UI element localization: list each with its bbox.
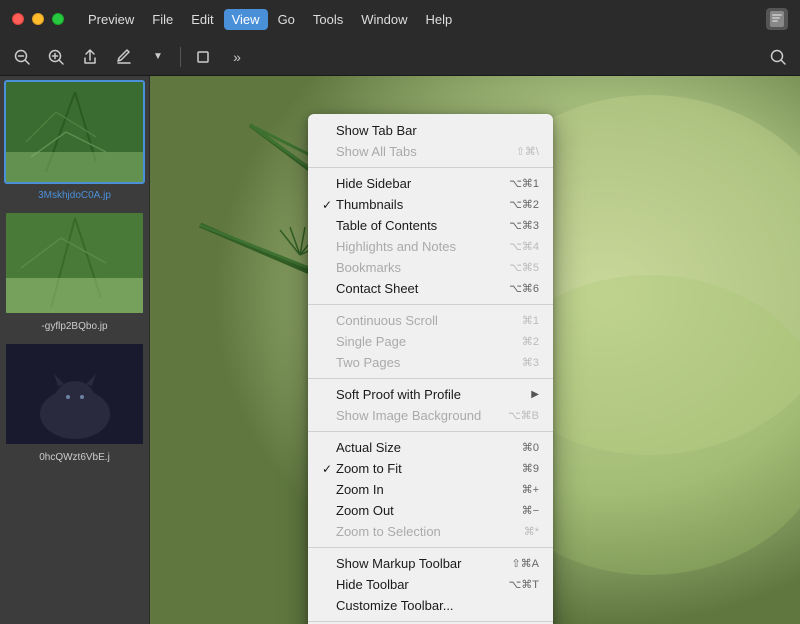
thumbnail-image-1 bbox=[6, 213, 144, 313]
chevron-right-icon[interactable]: » bbox=[223, 43, 251, 71]
sidebar-item-0[interactable]: 3MskhjdoC0A.jp bbox=[0, 76, 149, 207]
main-area: 3MskhjdoC0A.jp -gyflp2BQbo.jp bbox=[0, 76, 800, 624]
menu-item-contact-sheet[interactable]: Contact Sheet ⌥⌘6 bbox=[308, 278, 553, 299]
search-button[interactable] bbox=[764, 43, 792, 71]
menu-item-actual-size[interactable]: Actual Size ⌘0 bbox=[308, 437, 553, 458]
sidebar-item-1[interactable]: -gyflp2BQbo.jp bbox=[0, 207, 149, 338]
traffic-lights bbox=[12, 13, 64, 25]
zoom-in-button[interactable] bbox=[42, 43, 70, 71]
menu-item-continuous-scroll: Continuous Scroll ⌘1 bbox=[308, 310, 553, 331]
menu-edit[interactable]: Edit bbox=[183, 9, 221, 30]
sidebar-item-2[interactable]: 0hcQWzt6VbE.j bbox=[0, 338, 149, 469]
toolbar: ▼ » bbox=[0, 38, 800, 76]
menu-divider-1 bbox=[308, 167, 553, 168]
menu-file[interactable]: File bbox=[144, 9, 181, 30]
menu-preview[interactable]: Preview bbox=[80, 9, 142, 30]
menu-divider-4 bbox=[308, 431, 553, 432]
submenu-arrow-icon: ▶ bbox=[531, 389, 539, 400]
menu-item-zoom-out[interactable]: Zoom Out ⌘− bbox=[308, 500, 553, 521]
menu-item-zoom-to-fit[interactable]: ✓ Zoom to Fit ⌘9 bbox=[308, 458, 553, 479]
toolbar-separator bbox=[180, 47, 181, 67]
menu-section-4: Soft Proof with Profile ▶ Show Image Bac… bbox=[308, 382, 553, 428]
title-bar: Preview File Edit View Go Tools Window H… bbox=[0, 0, 800, 38]
menu-item-soft-proof[interactable]: Soft Proof with Profile ▶ bbox=[308, 384, 553, 405]
menu-item-hide-toolbar[interactable]: Hide Toolbar ⌥⌘T bbox=[308, 574, 553, 595]
content-area: Show Tab Bar Show All Tabs ⇧⌘\ Hide Side… bbox=[150, 76, 800, 624]
menu-bar: Preview File Edit View Go Tools Window H… bbox=[80, 9, 460, 30]
menu-help[interactable]: Help bbox=[418, 9, 461, 30]
markup-button[interactable] bbox=[110, 43, 138, 71]
crop-button[interactable] bbox=[189, 43, 217, 71]
menu-item-table-of-contents[interactable]: Table of Contents ⌥⌘3 bbox=[308, 215, 553, 236]
menu-item-show-markup-toolbar[interactable]: Show Markup Toolbar ⇧⌘A bbox=[308, 553, 553, 574]
menu-section-1: Show Tab Bar Show All Tabs ⇧⌘\ bbox=[308, 118, 553, 164]
menu-item-customize-toolbar[interactable]: Customize Toolbar... bbox=[308, 595, 553, 616]
menu-divider-3 bbox=[308, 378, 553, 379]
menu-section-3: Continuous Scroll ⌘1 Single Page ⌘2 Two … bbox=[308, 308, 553, 375]
menu-item-highlights-notes: Highlights and Notes ⌥⌘4 bbox=[308, 236, 553, 257]
chevron-down-icon[interactable]: ▼ bbox=[144, 43, 172, 71]
app-icon bbox=[766, 8, 788, 30]
menu-tools[interactable]: Tools bbox=[305, 9, 351, 30]
zoom-out-button[interactable] bbox=[8, 43, 36, 71]
sidebar-label-0: 3MskhjdoC0A.jp bbox=[4, 188, 145, 203]
thumbnail-wrapper-2 bbox=[4, 342, 145, 446]
menu-window[interactable]: Window bbox=[353, 9, 415, 30]
menu-item-two-pages: Two Pages ⌘3 bbox=[308, 352, 553, 373]
menu-go[interactable]: Go bbox=[270, 9, 303, 30]
menu-section-5: Actual Size ⌘0 ✓ Zoom to Fit ⌘9 Zoom In … bbox=[308, 435, 553, 544]
thumbnail-image-0 bbox=[6, 82, 144, 182]
menu-divider-6 bbox=[308, 621, 553, 622]
sidebar-label-1: -gyflp2BQbo.jp bbox=[4, 319, 145, 334]
sidebar: 3MskhjdoC0A.jp -gyflp2BQbo.jp bbox=[0, 76, 150, 624]
menu-view[interactable]: View bbox=[224, 9, 268, 30]
menu-item-show-tab-bar[interactable]: Show Tab Bar bbox=[308, 120, 553, 141]
menu-item-show-all-tabs: Show All Tabs ⇧⌘\ bbox=[308, 141, 553, 162]
dropdown-overlay: Show Tab Bar Show All Tabs ⇧⌘\ Hide Side… bbox=[150, 76, 800, 624]
menu-section-2: Hide Sidebar ⌥⌘1 ✓ Thumbnails ⌥⌘2 Table … bbox=[308, 171, 553, 301]
menu-divider-2 bbox=[308, 304, 553, 305]
menu-item-thumbnails[interactable]: ✓ Thumbnails ⌥⌘2 bbox=[308, 194, 553, 215]
maximize-button[interactable] bbox=[52, 13, 64, 25]
close-button[interactable] bbox=[12, 13, 24, 25]
thumbnail-image-2 bbox=[6, 344, 144, 444]
menu-item-bookmarks: Bookmarks ⌥⌘5 bbox=[308, 257, 553, 278]
view-dropdown-menu: Show Tab Bar Show All Tabs ⇧⌘\ Hide Side… bbox=[308, 114, 553, 624]
minimize-button[interactable] bbox=[32, 13, 44, 25]
menu-section-6: Show Markup Toolbar ⇧⌘A Hide Toolbar ⌥⌘T… bbox=[308, 551, 553, 618]
thumbnail-wrapper-0 bbox=[4, 80, 145, 184]
menu-item-zoom-selection: Zoom to Selection ⌘* bbox=[308, 521, 553, 542]
menu-item-single-page: Single Page ⌘2 bbox=[308, 331, 553, 352]
menu-item-show-image-bg: Show Image Background ⌥⌘B bbox=[308, 405, 553, 426]
menu-item-zoom-in[interactable]: Zoom In ⌘+ bbox=[308, 479, 553, 500]
thumbnail-wrapper-1 bbox=[4, 211, 145, 315]
share-button[interactable] bbox=[76, 43, 104, 71]
menu-item-hide-sidebar[interactable]: Hide Sidebar ⌥⌘1 bbox=[308, 173, 553, 194]
menu-divider-5 bbox=[308, 547, 553, 548]
sidebar-label-2: 0hcQWzt6VbE.j bbox=[4, 450, 145, 465]
